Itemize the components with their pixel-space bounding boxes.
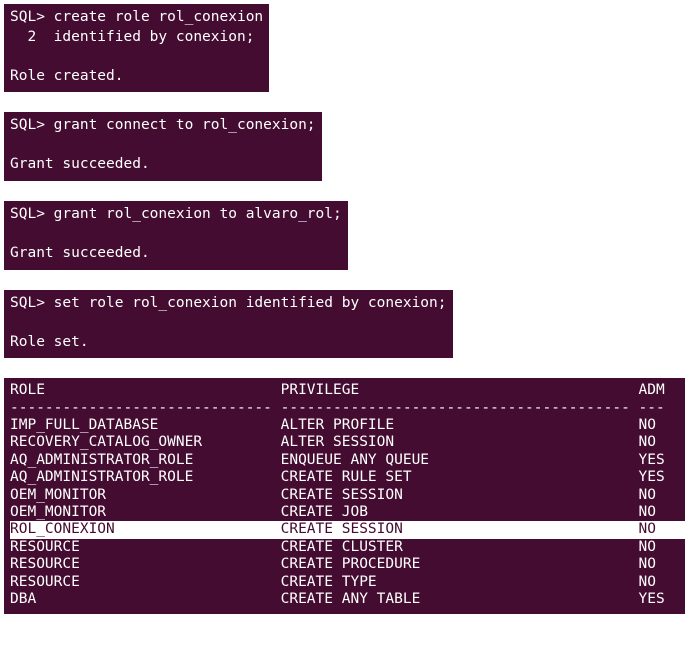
sql-line: 2 identified by conexion;	[10, 29, 254, 45]
result-line: Role set.	[10, 334, 89, 350]
table-header: ROLE PRIVILEGE ADM	[10, 382, 685, 399]
sql-line: SQL> grant connect to rol_conexion;	[10, 117, 316, 133]
table-body: IMP_FULL_DATABASE ALTER PROFILE NORECOVE…	[10, 417, 685, 608]
terminal-block-create-role: SQL> create role rol_conexion 2 identifi…	[4, 4, 269, 92]
table-row: RESOURCE CREATE PROCEDURE NO	[10, 556, 685, 573]
table-row: RESOURCE CREATE CLUSTER NO	[10, 539, 685, 556]
table-row: DBA CREATE ANY TABLE YES	[10, 591, 685, 608]
sql-line: SQL> grant rol_conexion to alvaro_rol;	[10, 206, 342, 222]
table-row: AQ_ADMINISTRATOR_ROLE ENQUEUE ANY QUEUE …	[10, 452, 685, 469]
result-line: Grant succeeded.	[10, 245, 150, 261]
terminal-block-grant-role: SQL> grant rol_conexion to alvaro_rol; G…	[4, 201, 348, 270]
table-row: ROL_CONEXION CREATE SESSION NO	[10, 521, 685, 538]
table-rule: ------------------------------ ---------…	[10, 400, 685, 417]
table-row: RESOURCE CREATE TYPE NO	[10, 574, 685, 591]
terminal-block-set-role: SQL> set role rol_conexion identified by…	[4, 290, 453, 359]
result-line: Role created.	[10, 68, 124, 84]
table-row: RECOVERY_CATALOG_OWNER ALTER SESSION NO	[10, 434, 685, 451]
table-row: OEM_MONITOR CREATE SESSION NO	[10, 487, 685, 504]
privilege-table: ROLE PRIVILEGE ADM ---------------------…	[4, 378, 685, 614]
table-row: OEM_MONITOR CREATE JOB NO	[10, 504, 685, 521]
sql-line: SQL> create role rol_conexion	[10, 9, 263, 25]
terminal-block-grant-connect: SQL> grant connect to rol_conexion; Gran…	[4, 112, 322, 181]
result-line: Grant succeeded.	[10, 156, 150, 172]
sql-line: SQL> set role rol_conexion identified by…	[10, 295, 447, 311]
table-row: AQ_ADMINISTRATOR_ROLE CREATE RULE SET YE…	[10, 469, 685, 486]
table-row: IMP_FULL_DATABASE ALTER PROFILE NO	[10, 417, 685, 434]
